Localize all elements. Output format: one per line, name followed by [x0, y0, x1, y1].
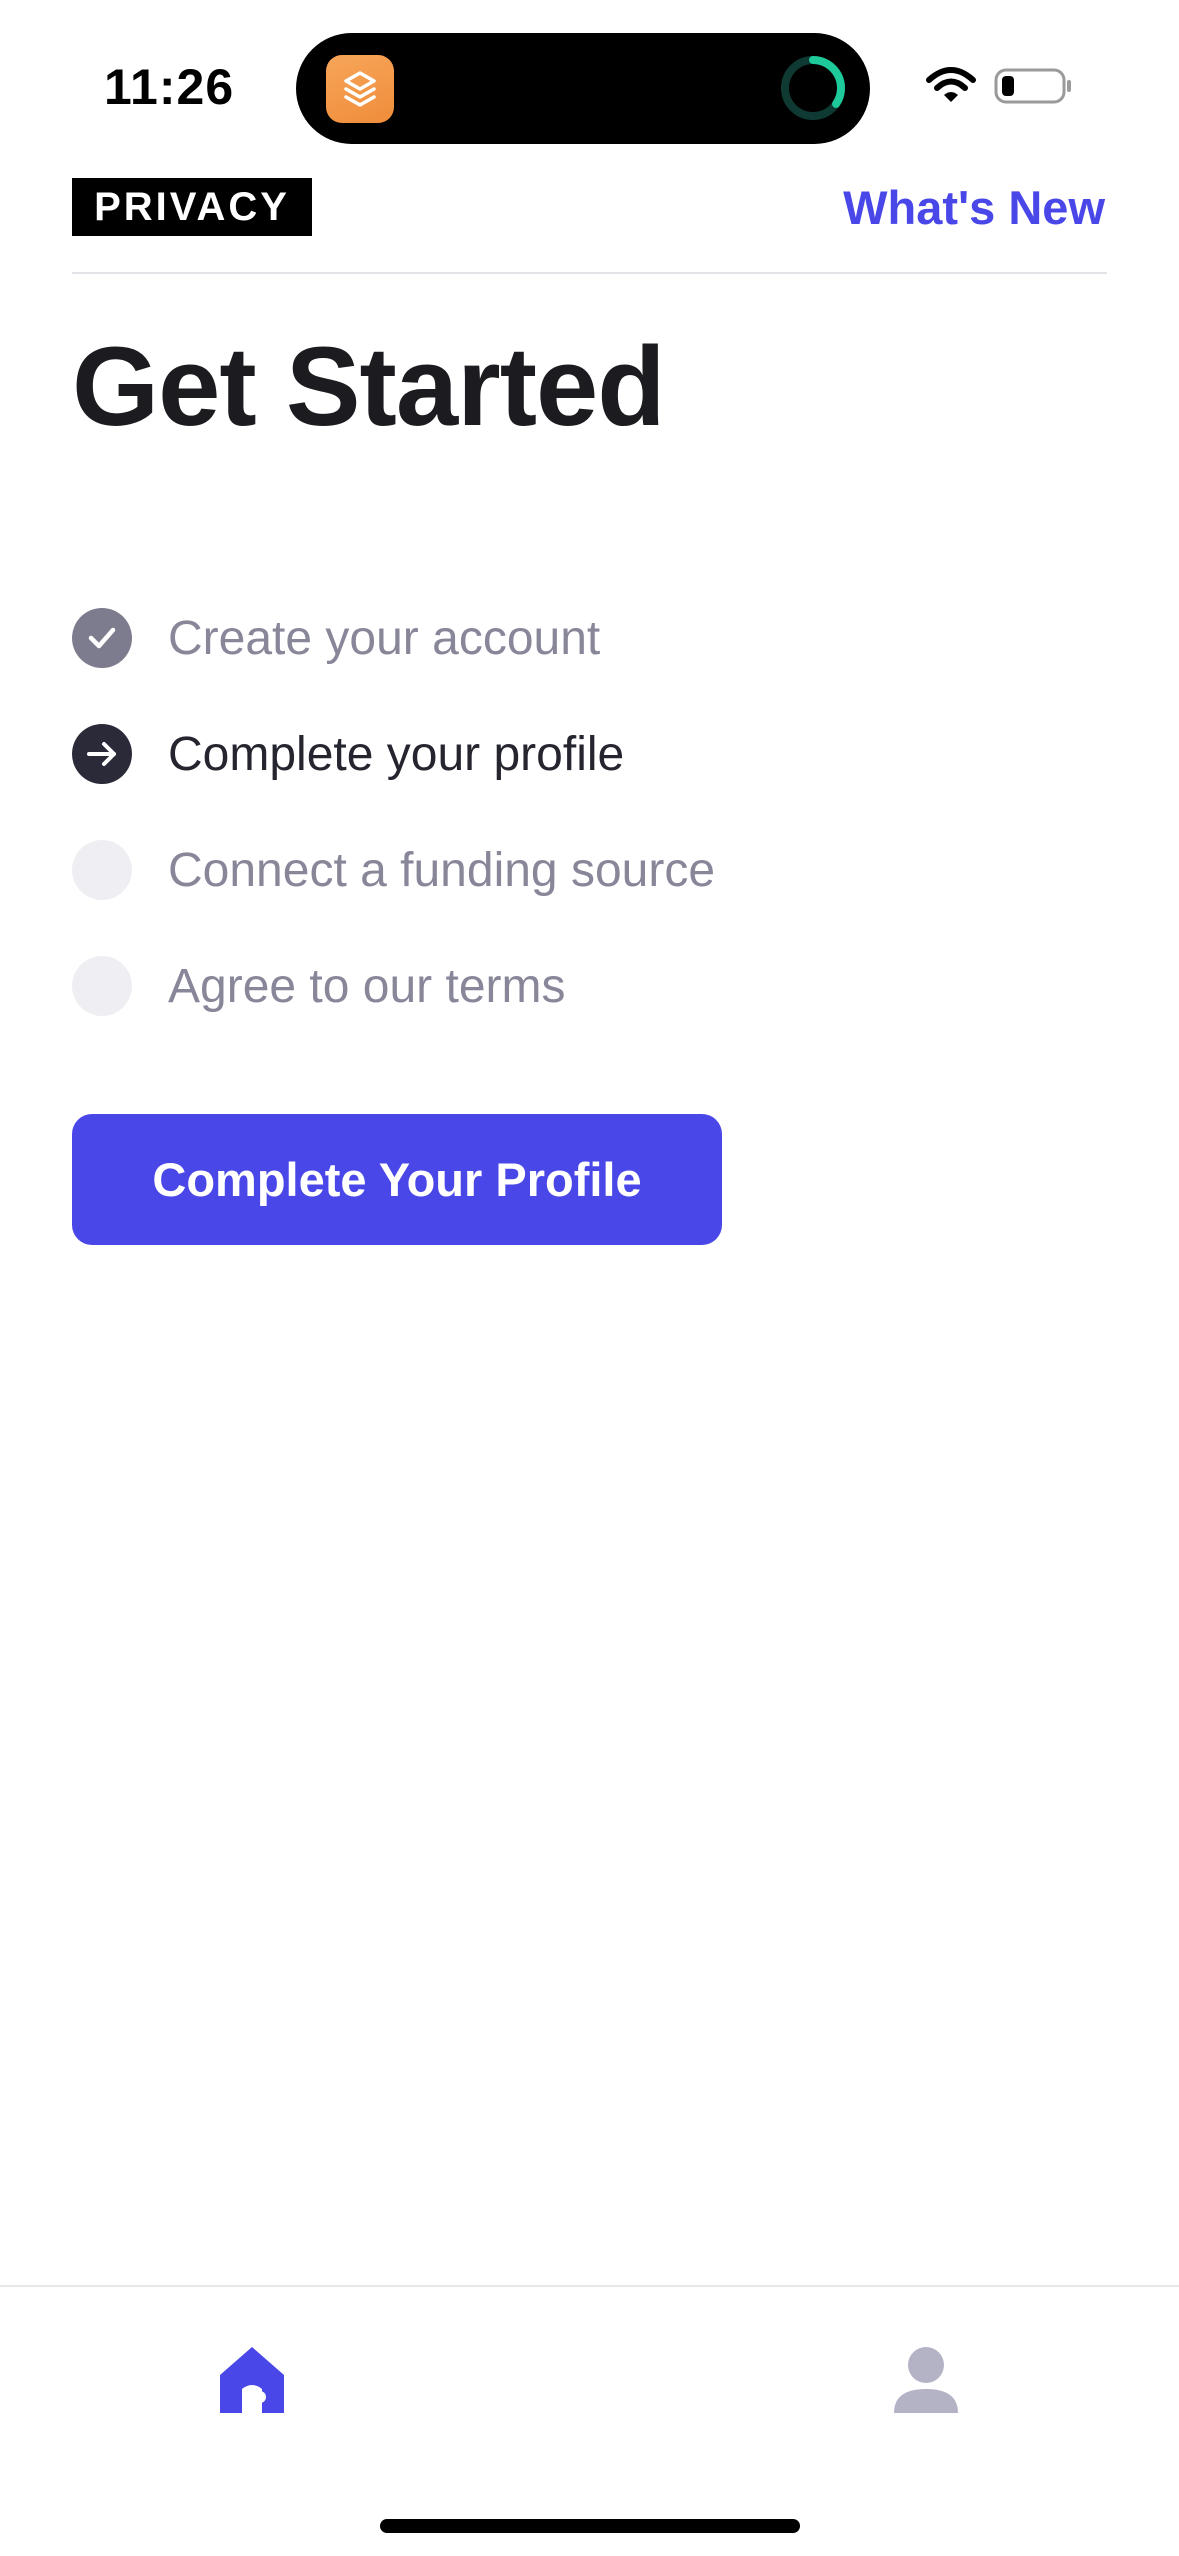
onboarding-steps: Create your account Complete your profil…: [72, 580, 1107, 1044]
profile-icon: [894, 2347, 958, 2413]
wifi-icon: [926, 67, 976, 102]
page-title: Get Started: [72, 324, 666, 449]
home-indicator: [380, 2519, 800, 2533]
whats-new-link[interactable]: What's New: [843, 180, 1105, 235]
tab-bar: [0, 2285, 1179, 2556]
pending-circle-icon: [72, 956, 132, 1016]
step-label: Complete your profile: [168, 727, 625, 781]
brand-logo: PRIVACY: [72, 178, 312, 236]
complete-profile-button[interactable]: Complete Your Profile: [72, 1114, 722, 1245]
step-complete-profile: Complete your profile: [72, 696, 1107, 812]
home-icon: [220, 2347, 284, 2413]
step-connect-funding: Connect a funding source: [72, 812, 1107, 928]
step-label: Create your account: [168, 611, 601, 665]
status-time: 11:26: [104, 59, 235, 115]
island-app-icon: [326, 55, 394, 123]
step-label: Connect a funding source: [168, 843, 716, 897]
dynamic-island: [296, 33, 870, 144]
screen: 11:26 PRIVACY What's New Get Started Cre…: [0, 0, 1179, 2556]
step-agree-terms: Agree to our terms: [72, 928, 1107, 1044]
header-divider: [72, 272, 1107, 274]
arrow-right-icon: [72, 724, 132, 784]
tab-profile[interactable]: [886, 2341, 966, 2421]
pending-circle-icon: [72, 840, 132, 900]
battery-icon: [994, 68, 1071, 104]
tab-home[interactable]: [212, 2341, 292, 2421]
activity-ring-icon: [781, 56, 846, 120]
checkmark-icon: [72, 608, 132, 668]
step-create-account: Create your account: [72, 580, 1107, 696]
step-label: Agree to our terms: [168, 959, 566, 1013]
